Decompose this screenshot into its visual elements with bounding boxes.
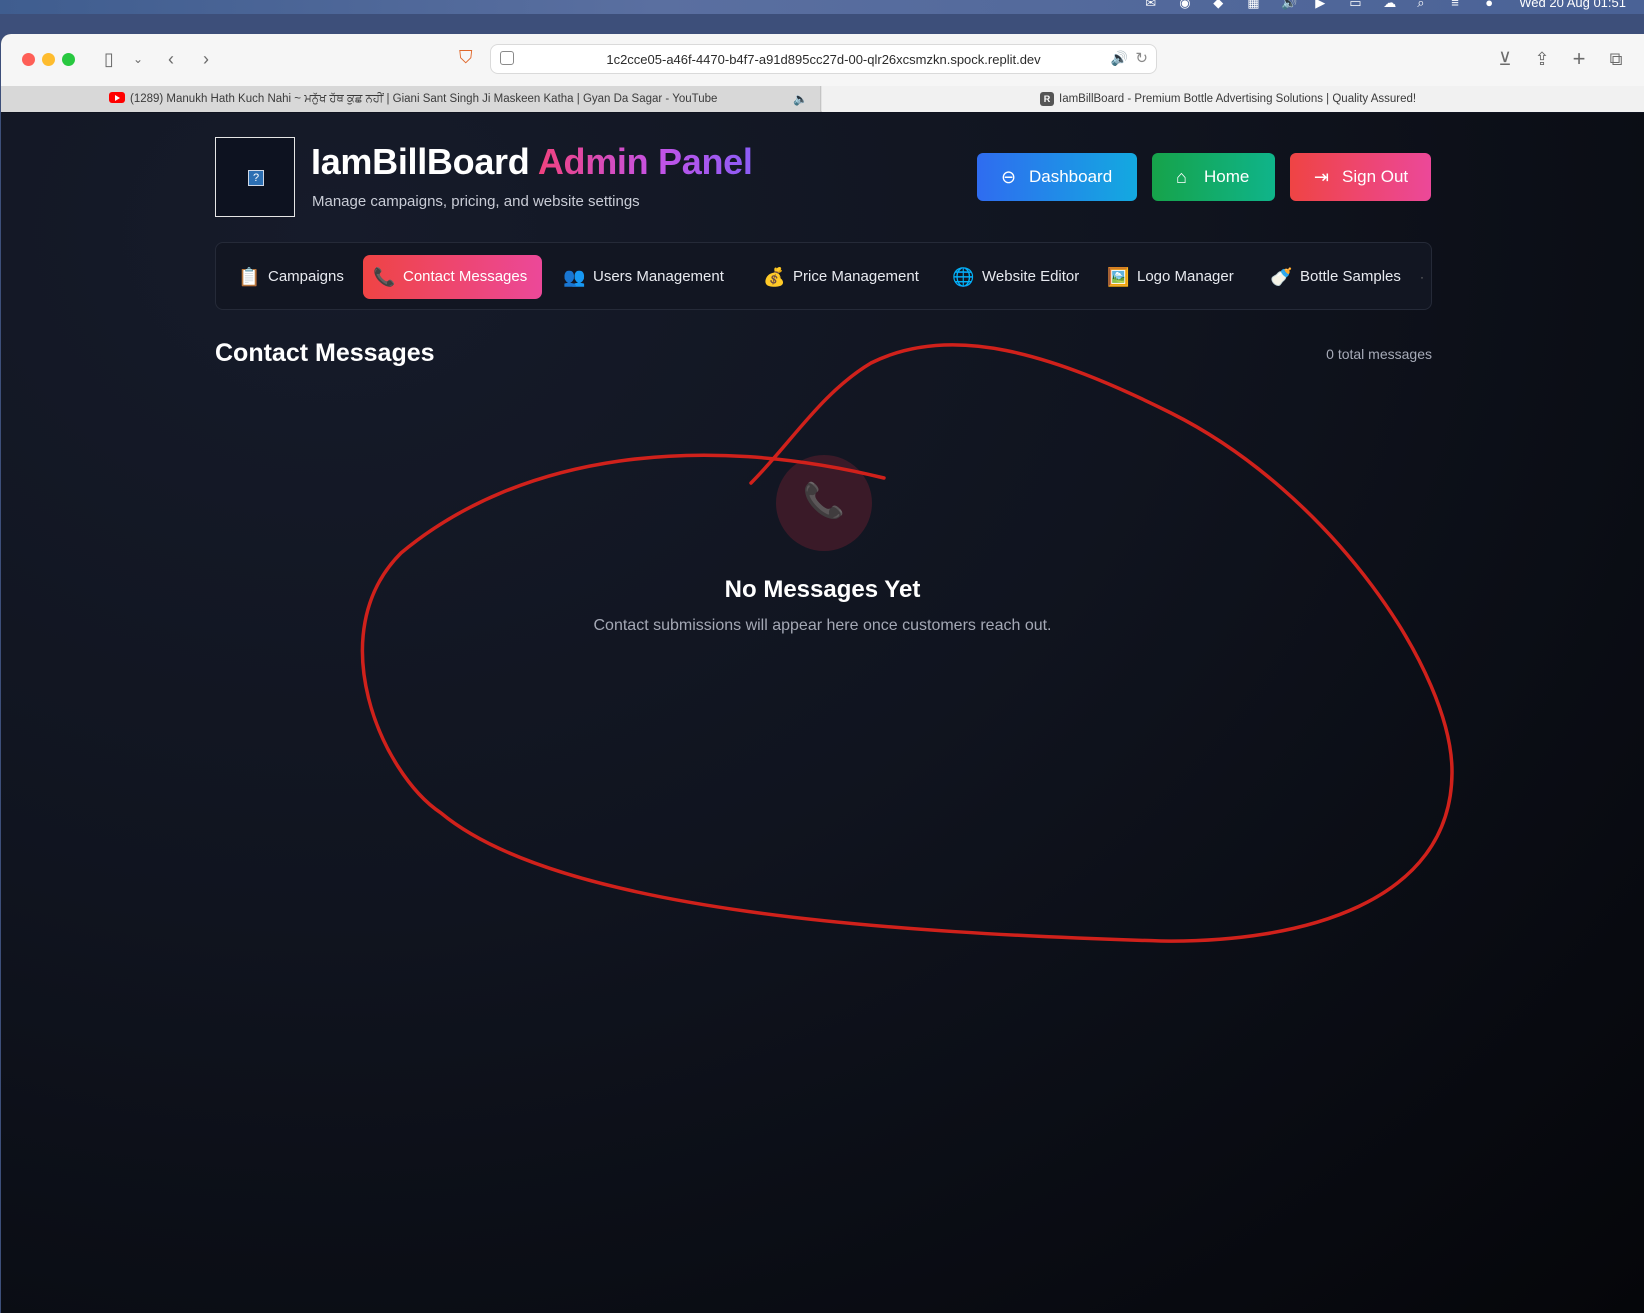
search-icon[interactable]: ⌕ xyxy=(1417,0,1435,10)
sign-out-button[interactable]: ⇥ Sign Out xyxy=(1290,153,1431,201)
home-button-label: Home xyxy=(1204,167,1250,186)
dashboard-button[interactable]: ⊖ Dashboard xyxy=(977,153,1137,201)
broken-image-icon: ? xyxy=(248,170,264,186)
tab-audio-icon[interactable]: 🔊 xyxy=(1111,50,1128,67)
brand-accent: Admin Panel xyxy=(537,141,753,182)
cloud-icon[interactable]: ☁ xyxy=(1383,0,1401,10)
browser-window: ▯ ⌄ ‹ › ⛉ 1c2cce05-a46f-4470-b4f7-a91d89… xyxy=(1,34,1644,1313)
empty-state-description: Contact submissions will appear here onc… xyxy=(593,617,1052,634)
page-brand-title: IamBillBoard Admin Panel xyxy=(311,141,753,183)
phone-icon: 📞 xyxy=(373,267,396,287)
phone-icon: 📞 xyxy=(802,482,846,520)
section-title: Contact Messages xyxy=(215,339,435,367)
nav-overflow-indicator[interactable]: · xyxy=(1420,255,1424,299)
tab-title: (1289) Manukh Hath Kuch Nahi ~ ਮਨੁੱਖ ਹੱਥ… xyxy=(130,93,718,105)
new-tab-icon[interactable]: + xyxy=(1565,46,1593,72)
app-icon[interactable]: ◉ xyxy=(1179,0,1197,10)
bottle-icon: 🍼 xyxy=(1270,267,1293,287)
chevron-down-icon[interactable]: ⌄ xyxy=(124,46,152,72)
nav-website-editor[interactable]: 🌐 Website Editor xyxy=(942,255,1091,299)
message-count: 0 total messages xyxy=(1326,346,1432,362)
tab-overview-icon[interactable]: ⧉ xyxy=(1602,46,1630,72)
nav-label: Bottle Samples xyxy=(1300,268,1401,285)
tab-iambillboard[interactable]: R IamBillBoard - Premium Bottle Advertisi… xyxy=(822,86,1644,112)
sign-out-button-label: Sign Out xyxy=(1342,167,1409,186)
address-bar[interactable]: 1c2cce05-a46f-4470-b4f7-a91d895cc27d-00-… xyxy=(490,44,1157,74)
tab-bar: (1289) Manukh Hath Kuch Nahi ~ ਮਨੁੱਖ ਹੱਥ… xyxy=(1,86,1644,112)
annotation-stroke xyxy=(360,343,1454,943)
share-icon[interactable]: ⇪ xyxy=(1528,46,1556,72)
youtube-icon xyxy=(109,92,125,103)
arrow-left-circle-icon: ⊖ xyxy=(1001,167,1017,187)
browser-toolbar: ▯ ⌄ ‹ › ⛉ 1c2cce05-a46f-4470-b4f7-a91d89… xyxy=(1,34,1644,86)
nav-price-management[interactable]: 💰 Price Management xyxy=(753,255,931,299)
nav-label: Price Management xyxy=(793,268,919,285)
tab-youtube[interactable]: (1289) Manukh Hath Kuch Nahi ~ ਮਨੁੱਖ ਹੱਥ… xyxy=(1,86,821,112)
macos-menubar: ✉ ◉ ◆ ▦ 🔊 ▶ ▭ ☁ ⌕ ≡ ● Wed 20 Aug 01:51 xyxy=(0,0,1644,14)
nav-label: Contact Messages xyxy=(403,268,528,285)
dashboard-button-label: Dashboard xyxy=(1029,167,1113,186)
brand-main: IamBillBoard xyxy=(311,141,530,182)
siri-icon[interactable]: ● xyxy=(1485,0,1503,10)
nav-contact-messages[interactable]: 📞 Contact Messages xyxy=(363,255,542,299)
nav-users-management[interactable]: 👥 Users Management xyxy=(553,255,736,299)
mail-icon[interactable]: ✉ xyxy=(1145,0,1163,10)
sign-out-icon: ⇥ xyxy=(1314,167,1330,187)
airplay-icon[interactable]: ◆ xyxy=(1213,0,1231,10)
keyboard-icon[interactable]: ▦ xyxy=(1247,0,1265,10)
admin-page: ? IamBillBoard Admin Panel Manage campai… xyxy=(1,113,1644,1313)
tab-audio-icon[interactable]: 🔈 xyxy=(793,86,808,112)
empty-state-title: No Messages Yet xyxy=(724,576,921,603)
back-icon[interactable]: ‹ xyxy=(157,46,185,72)
reload-icon[interactable]: ↻ xyxy=(1135,49,1148,67)
tagline: Manage campaigns, pricing, and website s… xyxy=(312,193,640,210)
battery-icon[interactable]: ▭ xyxy=(1349,0,1367,10)
sidebar-toggle-icon[interactable]: ▯ xyxy=(95,46,123,72)
privacy-shield-icon[interactable]: ⛉ xyxy=(459,47,473,68)
globe-icon: 🌐 xyxy=(952,267,975,287)
forward-icon[interactable]: › xyxy=(192,46,220,72)
money-bag-icon: 💰 xyxy=(763,267,786,287)
tab-title: IamBillBoard - Premium Bottle Advertisin… xyxy=(1059,93,1417,105)
picture-icon: 🖼️ xyxy=(1107,267,1130,287)
users-icon: 👥 xyxy=(563,267,586,287)
control-center-icon[interactable]: ≡ xyxy=(1451,0,1469,10)
url-text[interactable]: 1c2cce05-a46f-4470-b4f7-a91d895cc27d-00-… xyxy=(491,52,1156,67)
close-window-button[interactable] xyxy=(22,53,35,66)
nav-logo-manager[interactable]: 🖼️ Logo Manager xyxy=(1097,255,1246,299)
menubar-clock[interactable]: Wed 20 Aug 01:51 xyxy=(1519,0,1626,10)
nav-label: Campaigns xyxy=(268,268,344,285)
nav-campaigns[interactable]: 📋 Campaigns xyxy=(228,255,356,299)
nav-label: Users Management xyxy=(593,268,724,285)
empty-state-badge: 📞 xyxy=(776,455,872,551)
menubar-status-items: ✉ ◉ ◆ ▦ 🔊 ▶ ▭ ☁ ⌕ ≡ ● Wed 20 Aug 01:51 xyxy=(1145,0,1626,10)
volume-icon[interactable]: 🔊 xyxy=(1281,0,1299,10)
nav-bottle-samples[interactable]: 🍼 Bottle Samples xyxy=(1260,255,1413,299)
home-button[interactable]: ⌂ Home xyxy=(1152,153,1275,201)
play-icon[interactable]: ▶ xyxy=(1315,0,1333,10)
download-icon[interactable]: ⊻ xyxy=(1491,46,1519,72)
site-logo: ? xyxy=(215,137,295,217)
replit-icon: R xyxy=(1040,92,1054,106)
nav-label: Website Editor xyxy=(982,268,1080,285)
home-icon: ⌂ xyxy=(1176,167,1187,187)
nav-label: Logo Manager xyxy=(1137,268,1234,285)
admin-nav: 📋 Campaigns 📞 Contact Messages 👥 Users M… xyxy=(215,242,1432,310)
minimize-window-button[interactable] xyxy=(42,53,55,66)
zoom-window-button[interactable] xyxy=(62,53,75,66)
clipboard-icon: 📋 xyxy=(238,267,261,287)
